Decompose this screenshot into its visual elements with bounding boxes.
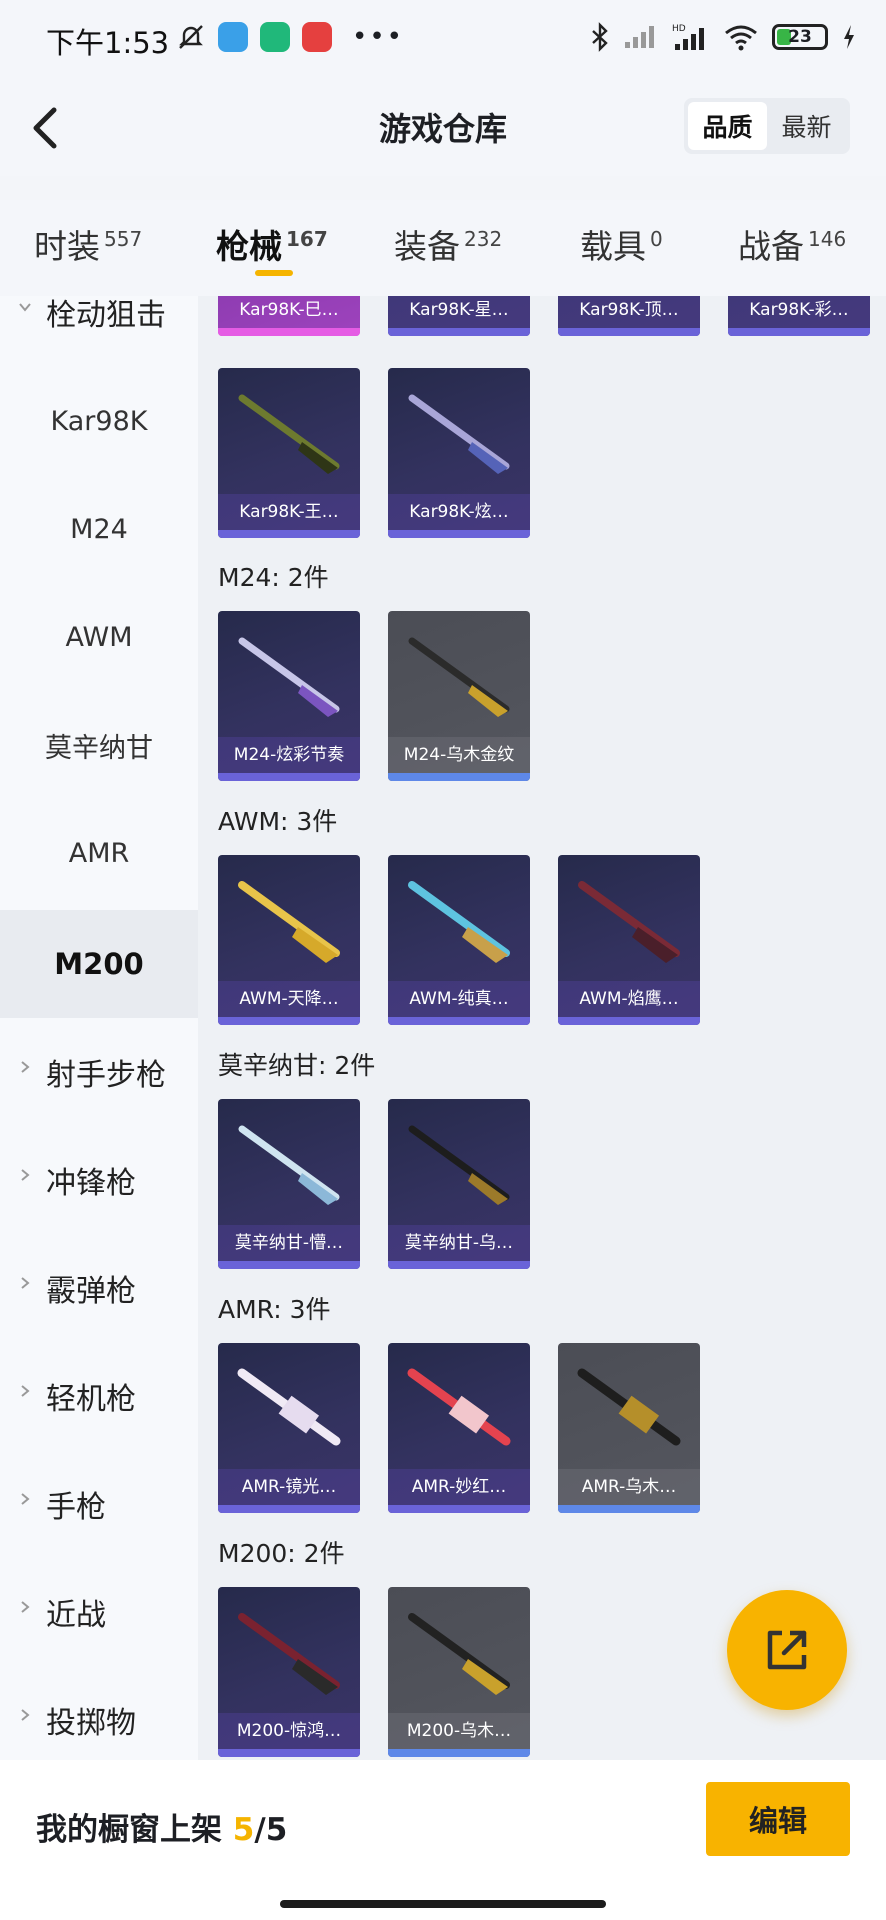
chevron-right-icon	[21, 1493, 30, 1505]
sidebar-category-throwable[interactable]: 投掷物	[0, 1666, 198, 1760]
hd-signal-icon: HD	[672, 24, 704, 50]
bluetooth-icon	[592, 22, 608, 52]
sidebar-item-m200[interactable]: M200	[0, 910, 198, 1018]
sidebar-item-kar98k[interactable]: Kar98K	[0, 367, 198, 475]
item-card[interactable]: 莫辛纳甘-乌…	[388, 1099, 530, 1269]
rifle-icon	[408, 394, 510, 474]
rifle-icon	[408, 1125, 510, 1205]
item-card[interactable]: AMR-镜光…	[218, 1343, 360, 1513]
showcase-status: 我的橱窗上架 5/5	[36, 1812, 288, 1848]
chevron-right-icon	[21, 1709, 30, 1721]
rifle-icon	[238, 1613, 340, 1695]
category-tabs: 时装 557 枪械 167 装备 232 载具 0 战备 146	[0, 200, 886, 296]
sidebar-item-amr[interactable]: AMR	[0, 799, 198, 907]
battery-icon: 23	[772, 24, 828, 50]
rifle-icon	[408, 881, 510, 963]
bottom-bar: 我的橱窗上架 5/5 编辑	[0, 1760, 886, 1920]
item-card[interactable]: AMR-乌木…	[558, 1343, 700, 1513]
sidebar-category-dmr[interactable]: 射手步枪	[0, 1018, 198, 1126]
sidebar-category-lmg[interactable]: 轻机枪	[0, 1342, 198, 1450]
tab-guns[interactable]: 枪械 167	[216, 220, 328, 268]
item-grid: Kar98K-巳… Kar98K-星… Kar98K-顶… Kar98K-彩… …	[198, 296, 886, 1760]
rifle-icon	[238, 1125, 340, 1205]
item-card[interactable]: Kar98K-王…	[218, 368, 360, 538]
tab-vehicles[interactable]: 载具 0	[580, 220, 663, 268]
sidebar-category-smg[interactable]: 冲锋枪	[0, 1126, 198, 1234]
section-title: 莫辛纳甘: 2件	[218, 1051, 376, 1080]
sidebar-item-m24[interactable]: M24	[0, 475, 198, 583]
share-icon	[767, 1630, 807, 1670]
section-title: M200: 2件	[218, 1539, 345, 1568]
item-card[interactable]: Kar98K-巳…	[218, 296, 360, 336]
rifle-icon	[238, 637, 340, 717]
item-card[interactable]: AWM-焰鹰…	[558, 855, 700, 1025]
sidebar-category-bolt-sniper[interactable]: 栓动狙击	[0, 296, 198, 366]
tab-supplies[interactable]: 战备 146	[738, 220, 846, 268]
rifle-icon	[408, 1613, 510, 1695]
wallet-icon	[218, 22, 248, 52]
item-card[interactable]: AWM-纯真…	[388, 855, 530, 1025]
sidebar-category-shotgun[interactable]: 霰弹枪	[0, 1234, 198, 1342]
item-card[interactable]: Kar98K-彩…	[728, 296, 870, 336]
signal-icon	[625, 26, 654, 48]
rifle-icon	[237, 1368, 341, 1446]
active-tab-indicator	[255, 270, 293, 276]
chevron-right-icon	[21, 1061, 30, 1073]
sort-option-newest[interactable]: 最新	[767, 102, 846, 150]
wifi-icon	[725, 25, 757, 51]
item-card[interactable]: M200-乌木…	[388, 1587, 530, 1757]
sidebar-item-awm[interactable]: AWM	[0, 583, 198, 691]
news-icon	[302, 22, 332, 52]
item-card[interactable]: Kar98K-星…	[388, 296, 530, 336]
item-card[interactable]: M200-惊鸿…	[218, 1587, 360, 1757]
item-card[interactable]: 莫辛纳甘-懵…	[218, 1099, 360, 1269]
sidebar-category-melee[interactable]: 近战	[0, 1558, 198, 1666]
chevron-right-icon	[21, 1277, 30, 1289]
item-card[interactable]: Kar98K-炫…	[388, 368, 530, 538]
item-card[interactable]: AWM-天降…	[218, 855, 360, 1025]
item-card[interactable]: AMR-妙红…	[388, 1343, 530, 1513]
chevron-right-icon	[21, 1169, 30, 1181]
home-indicator	[280, 1900, 606, 1908]
tab-equipment[interactable]: 装备 232	[394, 220, 502, 268]
sidebar-category-pistol[interactable]: 手枪	[0, 1450, 198, 1558]
header: 游戏仓库 品质 最新	[0, 80, 886, 176]
item-card[interactable]: Kar98K-顶…	[558, 296, 700, 336]
item-card[interactable]: M24-乌木金纹	[388, 611, 530, 781]
status-bar: 下午1:53 ••• HD 23	[0, 0, 886, 80]
share-button[interactable]	[727, 1590, 847, 1710]
svg-text:HD: HD	[672, 24, 686, 34]
status-time: 下午1:53	[46, 26, 170, 60]
sort-option-quality[interactable]: 品质	[688, 102, 767, 150]
rifle-icon	[238, 881, 340, 963]
rifle-icon	[408, 637, 510, 717]
chevron-right-icon	[21, 1385, 30, 1397]
tab-fashion[interactable]: 时装 557	[34, 220, 142, 268]
item-card[interactable]: M24-炫彩节奏	[218, 611, 360, 781]
section-title: AMR: 3件	[218, 1295, 331, 1324]
showcase-count: 5	[232, 1812, 255, 1848]
mute-icon	[179, 25, 203, 49]
sidebar: 栓动狙击 Kar98K M24 AWM 莫辛纳甘 AMR M200 射手步枪 冲…	[0, 296, 198, 1760]
showcase-total: 5	[265, 1812, 288, 1848]
charging-icon	[844, 25, 854, 49]
rifle-icon	[578, 881, 680, 963]
section-title: M24: 2件	[218, 563, 329, 592]
rifle-icon	[238, 394, 340, 474]
sidebar-item-mosin[interactable]: 莫辛纳甘	[0, 691, 198, 799]
rifle-icon	[577, 1368, 681, 1446]
chevron-down-icon	[19, 303, 31, 312]
rifle-icon	[407, 1368, 511, 1446]
more-icon: •••	[352, 22, 405, 52]
edit-button[interactable]: 编辑	[706, 1782, 850, 1856]
chevron-right-icon	[21, 1601, 30, 1613]
section-title: AWM: 3件	[218, 807, 338, 836]
app-icon	[260, 22, 290, 52]
sort-toggle: 品质 最新	[684, 98, 850, 154]
